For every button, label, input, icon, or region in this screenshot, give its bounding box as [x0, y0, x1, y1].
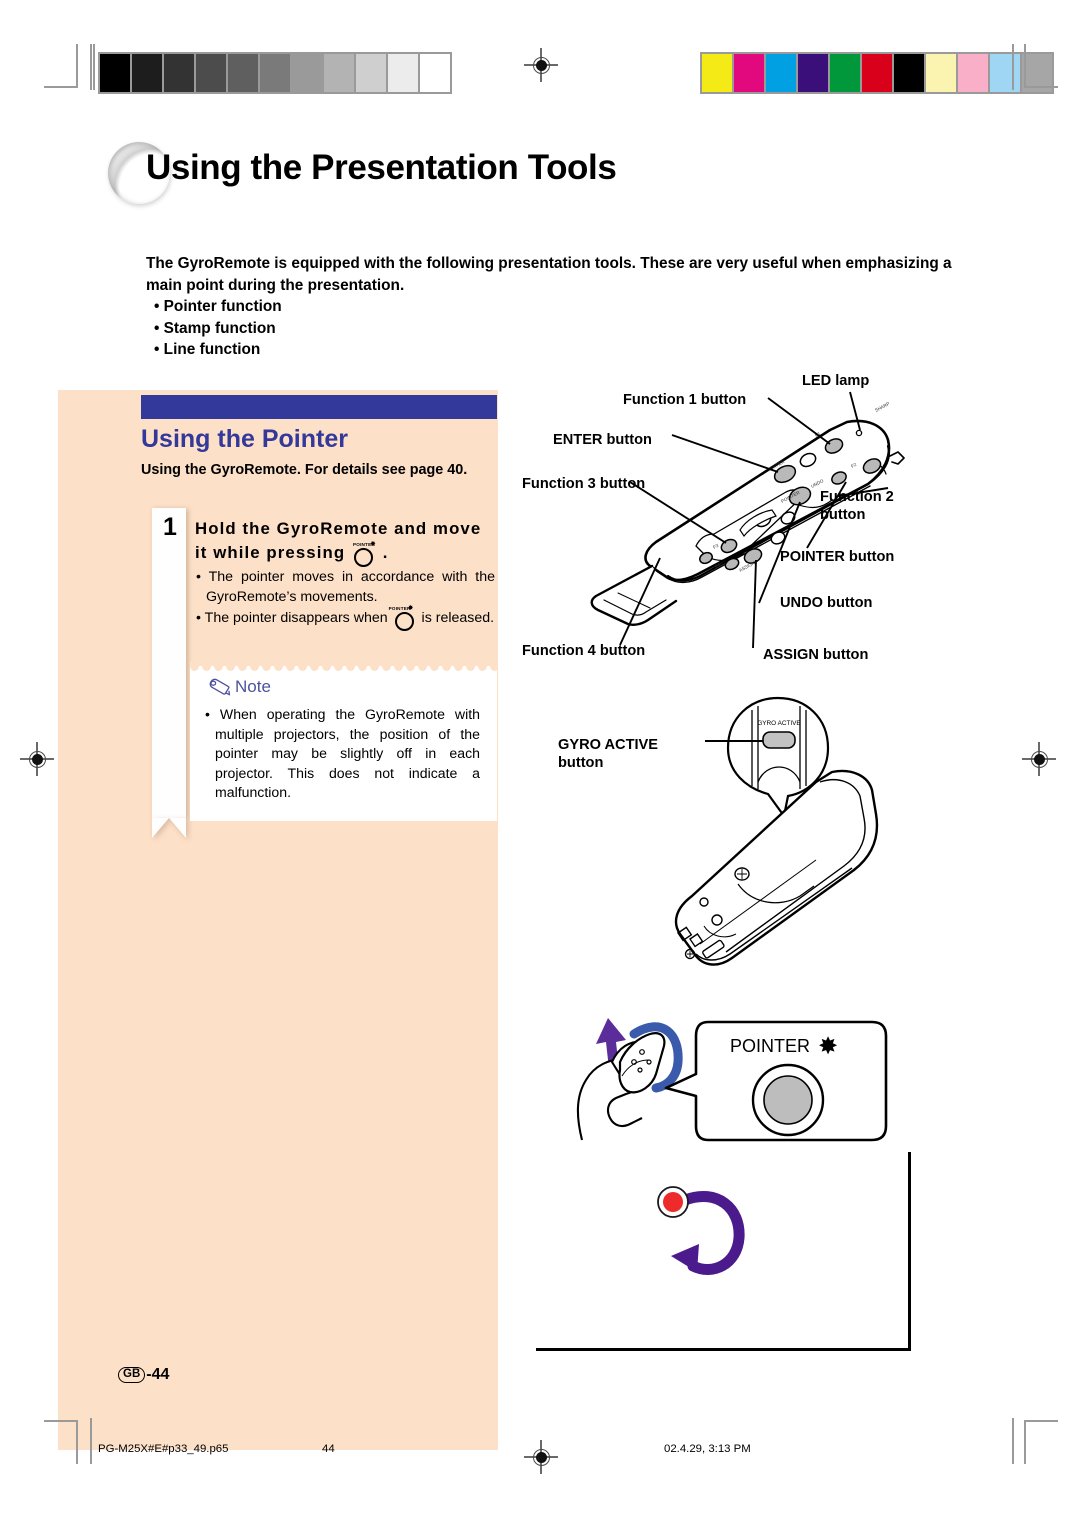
crop-mark-bottom-left [44, 1420, 78, 1464]
folio-number: -44 [146, 1366, 170, 1383]
section-accent-rule [141, 395, 497, 419]
grayscale-calibration-bar [98, 52, 452, 94]
step-ribbon [152, 508, 186, 818]
crop-mark-bottom-left-bar [90, 1418, 94, 1464]
label-undo-button: UNDO button [780, 595, 873, 611]
step-instruction-text: Hold the GyroRemote and move it while pr… [195, 519, 482, 562]
intro-paragraph: The GyroRemote is equipped with the foll… [146, 255, 952, 294]
step-instruction-period: . [382, 543, 389, 562]
pencil-icon [208, 678, 232, 697]
page-title-block: Using the Presentation Tools [108, 142, 808, 216]
gyro-active-diagram: GYRO ACTIVE [600, 690, 960, 1010]
step-number: 1 [163, 513, 177, 541]
gyroremote-back-illustration: GYRO ACTIVE [674, 696, 879, 966]
color-calibration-bar [700, 52, 1054, 94]
crop-mark-top-right-bar [1012, 44, 1016, 90]
label-pointer-button: POINTER button [780, 549, 895, 565]
crop-mark-bottom-right [1024, 1420, 1058, 1464]
pointer-star-icon: ✸ [818, 1033, 838, 1060]
section-heading: Using the Pointer [141, 425, 348, 453]
note-content: • When operating the GyroRemote with mul… [204, 705, 480, 803]
registration-mark-left-middle [20, 742, 54, 776]
slug-page-number: 44 [322, 1443, 335, 1455]
pointer-box-label: POINTER [730, 1036, 810, 1056]
intro-bullet-pointer: • Pointer function [154, 298, 282, 315]
hand-with-remote-illustration: POINTER ✸ [576, 1018, 888, 1142]
registration-mark-right-middle [1022, 742, 1056, 776]
gyroremote-illustration: F1 ENTER UNDO POINTER F2 F3 F4 ASSIGN SH… [590, 391, 905, 649]
label-function-3-button: Function 3 button [522, 476, 646, 492]
note-box-torn-edge [190, 661, 497, 672]
pointer-result-diagram [645, 1180, 795, 1290]
step-bullet-2: • The pointer disappears when POINTER ✸ … [195, 605, 495, 631]
svg-text:SHARP: SHARP [874, 401, 890, 413]
label-function-2-button: Function 2 button [820, 489, 894, 523]
registration-mark-top-center [524, 48, 558, 82]
step-body: Hold the GyroRemote and move it while pr… [195, 517, 495, 631]
layout-frame-horizontal [536, 1348, 911, 1351]
layout-frame-vertical [908, 1152, 911, 1350]
pointer-dot-rotation-illustration [657, 1186, 745, 1275]
registration-mark-bottom-center [524, 1440, 558, 1474]
crop-mark-bottom-right-bar [1012, 1418, 1016, 1464]
pointer-key-icon: POINTER ✸ [351, 541, 377, 567]
gyro-active-key [762, 731, 796, 749]
step-bullet-2-text: • The pointer disappears when [196, 610, 388, 626]
label-assign-button: ASSIGN button [763, 647, 869, 663]
note-label: Note [235, 677, 271, 696]
note-item-1: • When operating the GyroRemote with mul… [205, 706, 480, 801]
pointer-key-icon-2: POINTER ✸ [389, 605, 418, 631]
folio-region-badge: GB [118, 1367, 146, 1383]
label-function-4-button: Function 4 button [522, 643, 646, 659]
pointer-button-key [763, 1075, 813, 1125]
section-subheading: Using the GyroRemote. For details see pa… [141, 462, 468, 478]
slug-filename: PG-M25X#E#p33_49.p65 [98, 1443, 229, 1455]
crop-mark-top-left [44, 44, 78, 88]
intro-block: The GyroRemote is equipped with the foll… [146, 253, 956, 361]
intro-bullet-stamp: • Stamp function [154, 319, 276, 337]
crop-mark-top-right [1024, 44, 1058, 88]
page-title: Using the Presentation Tools [146, 148, 617, 187]
pointer-press-diagram: POINTER ✸ [556, 1000, 896, 1150]
step-bullet-1: • The pointer moves in accordance with t… [196, 569, 495, 605]
label-enter-button: ENTER button [553, 432, 652, 448]
label-led-lamp: LED lamp [802, 373, 870, 389]
page-folio: GB -44 [118, 1366, 169, 1384]
intro-bullet-line: • Line function [154, 341, 261, 358]
step-instruction: Hold the GyroRemote and move it while pr… [195, 517, 495, 567]
label-function-1-button: Function 1 button [623, 392, 747, 408]
red-pointer-dot [663, 1192, 683, 1212]
slug-timestamp: 02.4.29, 3:13 PM [664, 1443, 751, 1455]
step-bullet-list: • The pointer moves in accordance with t… [195, 568, 495, 631]
note-title: Note [208, 677, 271, 697]
gyroremote-top-diagram: F1 ENTER UNDO POINTER F2 F3 F4 ASSIGN SH… [500, 360, 1020, 680]
crop-mark-top-left-bar [90, 44, 95, 90]
gyro-active-key-label: GYRO ACTIVE [757, 720, 800, 727]
step-bullet-2-tail: is released. [421, 610, 495, 626]
rotation-arrowhead [671, 1244, 699, 1272]
